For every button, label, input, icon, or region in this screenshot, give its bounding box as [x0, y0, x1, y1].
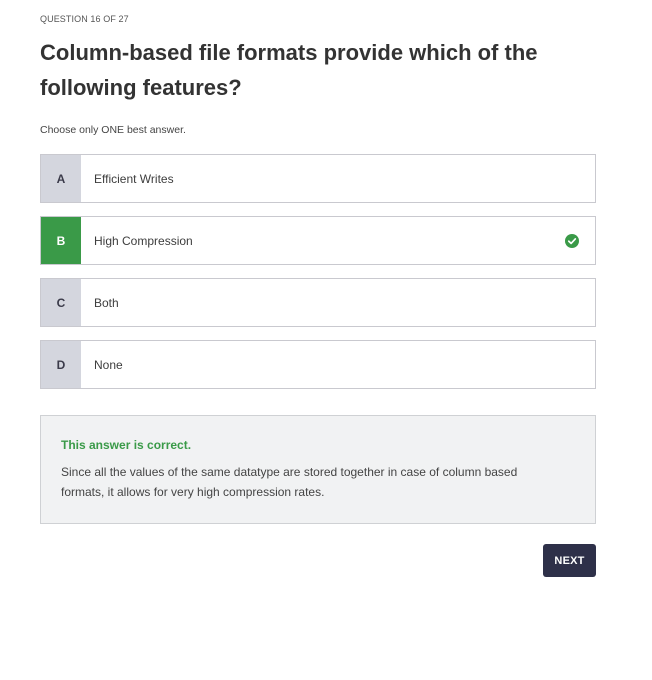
feedback-explanation: Since all the values of the same datatyp…	[61, 465, 518, 499]
feedback-panel: This answer is correct. Since all the va…	[40, 415, 596, 524]
instruction-text: Choose only ONE best answer.	[40, 124, 186, 136]
option-label: None	[94, 357, 123, 372]
option-letter: B	[41, 217, 81, 264]
answer-options: A Efficient Writes B High Compression C …	[40, 154, 596, 402]
check-circle-icon	[565, 233, 579, 248]
feedback-status: This answer is correct.	[61, 438, 192, 452]
answer-option-b[interactable]: B High Compression	[40, 216, 596, 265]
option-label: Efficient Writes	[94, 171, 174, 186]
answer-option-d[interactable]: D None	[40, 340, 596, 389]
answer-option-a[interactable]: A Efficient Writes	[40, 154, 596, 203]
option-label: Both	[94, 295, 119, 310]
question-text: Column-based file formats provide which …	[40, 40, 538, 100]
option-letter: A	[41, 155, 81, 202]
option-label: High Compression	[94, 233, 193, 248]
next-button[interactable]: NEXT	[543, 544, 596, 577]
option-letter: C	[41, 279, 81, 326]
answer-option-c[interactable]: C Both	[40, 278, 596, 327]
option-letter: D	[41, 341, 81, 388]
question-counter: QUESTION 16 OF 27	[40, 14, 129, 24]
